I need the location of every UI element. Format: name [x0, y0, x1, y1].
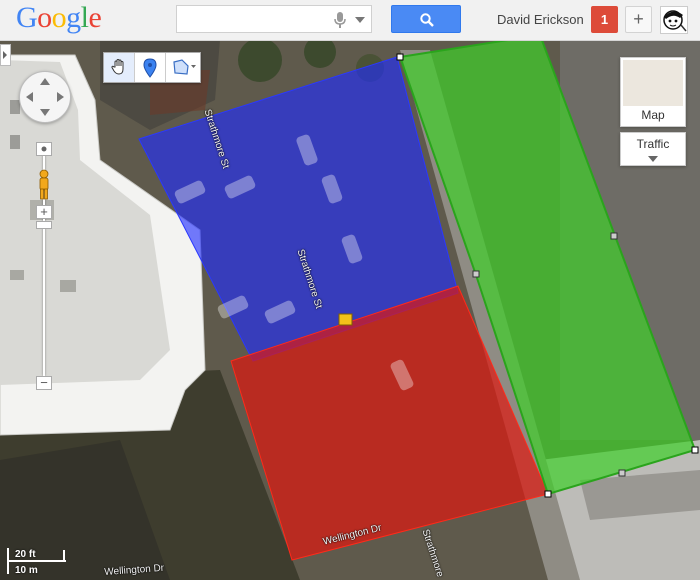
chevron-down-icon: [648, 156, 658, 162]
map-type-button[interactable]: Map: [620, 57, 686, 127]
hand-pan-tool-button[interactable]: [104, 53, 135, 82]
logo-letter: o: [51, 1, 67, 34]
zoom-reset-button[interactable]: [36, 142, 52, 156]
map-type-label: Map: [641, 108, 665, 122]
collapse-panel-button[interactable]: [0, 44, 11, 66]
avatar-image: [663, 10, 687, 32]
google-logo[interactable]: Google: [16, 1, 102, 35]
logo-letter: o: [37, 1, 52, 34]
pan-arrows-icon: [26, 78, 64, 116]
logo-letter: e: [88, 1, 102, 34]
logo-letter: g: [66, 1, 81, 34]
polygon-icon: [173, 59, 196, 75]
logo-letter: l: [80, 1, 89, 34]
transit-stop-icon[interactable]: [338, 313, 353, 326]
traffic-button[interactable]: Traffic: [620, 132, 686, 166]
zoom-in-button[interactable]: +: [36, 205, 52, 219]
magnifier-icon: [420, 13, 434, 27]
scale-bar: 20 ft 10 m: [6, 546, 68, 579]
hand-pan-icon: [111, 58, 124, 75]
zoom-handle[interactable]: [36, 221, 52, 229]
logo-letter: G: [16, 1, 38, 34]
scale-feet: 20 ft: [15, 549, 36, 560]
share-button[interactable]: +: [625, 6, 652, 33]
dot-icon: [41, 146, 47, 152]
scale-meters: 10 m: [15, 565, 38, 576]
placemark-tool-button[interactable]: [135, 53, 166, 82]
microphone-icon[interactable]: [333, 12, 347, 28]
map-canvas[interactable]: Strathmore St Strathmore St Strathmore W…: [0, 40, 700, 580]
top-bar: Google David Erickson 1 +: [0, 0, 700, 41]
chevron-down-icon[interactable]: [355, 17, 365, 23]
search-box[interactable]: [176, 5, 372, 33]
chevron-right-icon: [3, 51, 7, 59]
search-button[interactable]: [391, 5, 461, 33]
street-view-pegman-icon[interactable]: [37, 169, 51, 202]
avatar[interactable]: [660, 6, 688, 34]
user-name[interactable]: David Erickson: [497, 12, 584, 27]
zoom-out-button[interactable]: −: [36, 376, 52, 390]
satellite-imagery: [0, 40, 700, 580]
polygon-tool-button[interactable]: [166, 53, 200, 82]
drawing-toolbar: [103, 52, 201, 83]
search-input[interactable]: [181, 9, 335, 31]
traffic-label: Traffic: [636, 137, 670, 151]
notification-badge[interactable]: 1: [591, 6, 618, 33]
map-type-thumbnail: [623, 60, 683, 106]
placemark-icon: [143, 58, 157, 78]
pan-control[interactable]: [19, 71, 71, 123]
